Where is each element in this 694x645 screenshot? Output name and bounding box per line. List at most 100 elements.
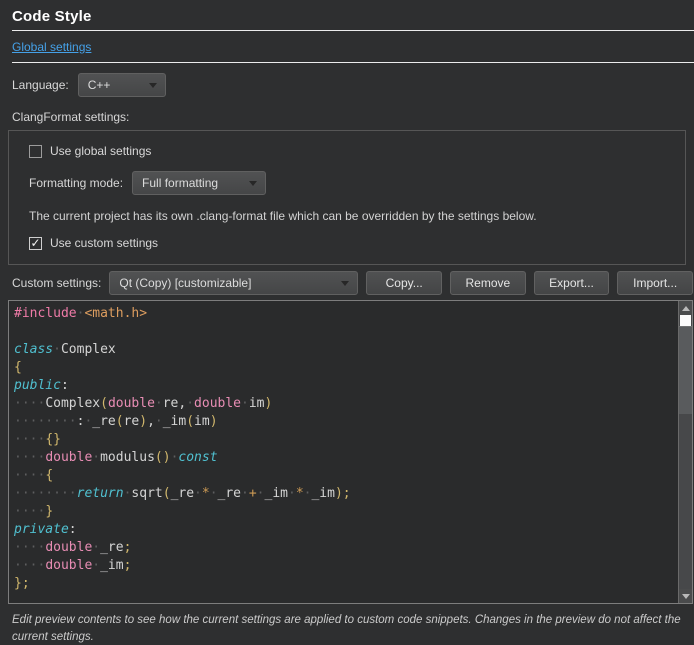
code-token: sqrt: [131, 486, 162, 501]
code-token: const: [178, 450, 217, 465]
code-line: ····double·_re;: [14, 539, 678, 557]
code-token: (: [163, 486, 171, 501]
code-token: private: [14, 522, 69, 537]
code-token: );: [335, 486, 351, 501]
code-line: public:: [14, 377, 678, 395]
code-line: };: [14, 575, 678, 593]
code-token: ·: [257, 486, 265, 501]
code-token: ····: [14, 396, 45, 411]
custom-settings-select[interactable]: Qt (Copy) [customizable]: [109, 271, 358, 295]
code-token: _im: [265, 486, 288, 501]
code-token: ·: [288, 486, 296, 501]
global-settings-link[interactable]: Global settings: [12, 40, 91, 54]
code-token: ········: [14, 414, 77, 429]
code-token: ·: [194, 486, 202, 501]
language-label: Language:: [12, 78, 69, 92]
use-global-settings-checkbox[interactable]: Use global settings: [29, 144, 675, 158]
custom-settings-value: Qt (Copy) [customizable]: [119, 276, 251, 290]
code-token: ·: [92, 558, 100, 573]
code-line: ····{}: [14, 431, 678, 449]
code-area[interactable]: #include·<math.h> class·Complex{public:·…: [9, 301, 678, 603]
clangformat-groupbox: Use global settings Formatting mode: Ful…: [8, 130, 686, 265]
scrollbar-thumb[interactable]: [679, 326, 692, 414]
code-token: :: [61, 378, 69, 393]
code-token: ····: [14, 468, 45, 483]
code-token: ····: [14, 432, 45, 447]
code-token: _im: [311, 486, 334, 501]
use-global-settings-label: Use global settings: [50, 144, 151, 158]
code-token: {: [45, 468, 53, 483]
code-token: (: [186, 414, 194, 429]
clangformat-section-label: ClangFormat settings:: [0, 103, 694, 127]
code-token: class: [14, 342, 53, 357]
scrollbar-track[interactable]: [679, 414, 692, 589]
checkbox-indicator: ✓: [29, 237, 42, 250]
up-arrow-icon: [682, 306, 690, 311]
scroll-down-button[interactable]: [679, 589, 692, 603]
code-line: ····{: [14, 467, 678, 485]
code-token: ): [210, 414, 218, 429]
scrollbar-cursor-marker: [680, 315, 691, 326]
code-token: ·: [186, 396, 194, 411]
clang-format-info-text: The current project has its own .clang-f…: [29, 209, 675, 223]
code-line: ········:·_re(re),·_im(im): [14, 413, 678, 431]
language-select-value: C++: [88, 78, 111, 92]
chevron-down-icon: [149, 83, 157, 88]
code-token: double: [45, 450, 92, 465]
code-token: Complex: [45, 396, 100, 411]
code-line: #include·<math.h>: [14, 305, 678, 323]
code-token: re: [124, 414, 140, 429]
code-token: ·: [92, 540, 100, 555]
use-custom-settings-checkbox[interactable]: ✓ Use custom settings: [29, 236, 675, 250]
code-preview-editor[interactable]: #include·<math.h> class·Complex{public:·…: [8, 300, 693, 604]
code-token: (: [116, 414, 124, 429]
use-custom-settings-label: Use custom settings: [50, 236, 158, 250]
code-line: private:: [14, 521, 678, 539]
code-token: re: [163, 396, 179, 411]
code-token: _re: [100, 540, 123, 555]
code-token: ): [265, 396, 273, 411]
copy-button[interactable]: Copy...: [366, 271, 442, 295]
export-button[interactable]: Export...: [534, 271, 610, 295]
code-token: ·: [210, 486, 218, 501]
code-token: _im: [100, 558, 123, 573]
code-line: ····}: [14, 503, 678, 521]
remove-button[interactable]: Remove: [450, 271, 526, 295]
code-token: ····: [14, 450, 45, 465]
code-token: modulus: [100, 450, 155, 465]
code-token: _re: [92, 414, 115, 429]
code-token: _re: [171, 486, 194, 501]
page-title: Code Style: [0, 0, 694, 30]
chevron-down-icon: [249, 181, 257, 186]
code-line: ····Complex(double·re,·double·im): [14, 395, 678, 413]
checkbox-indicator: [29, 145, 42, 158]
code-line: ····double·_im;: [14, 557, 678, 575]
import-button[interactable]: Import...: [617, 271, 693, 295]
code-token: Complex: [61, 342, 116, 357]
code-line: {: [14, 359, 678, 377]
custom-settings-label: Custom settings:: [12, 276, 101, 290]
code-token: (): [155, 450, 171, 465]
scroll-up-button[interactable]: [679, 301, 692, 315]
code-token: {: [14, 360, 22, 375]
code-token: public: [14, 378, 61, 393]
code-token: ····: [14, 504, 45, 519]
code-line: [14, 323, 678, 341]
vertical-scrollbar[interactable]: [678, 301, 692, 603]
code-token: im: [194, 414, 210, 429]
code-token: double: [45, 558, 92, 573]
formatting-mode-label: Formatting mode:: [29, 176, 123, 190]
footer-note: Edit preview contents to see how the cur…: [12, 612, 682, 645]
code-token: ): [139, 414, 147, 429]
code-token: :: [69, 522, 77, 537]
formatting-mode-value: Full formatting: [142, 176, 218, 190]
code-token: <math.h>: [84, 306, 147, 321]
code-token: *: [202, 486, 210, 501]
code-token: ····: [14, 558, 45, 573]
code-token: ····: [14, 540, 45, 555]
code-token: +: [249, 486, 257, 501]
language-select[interactable]: C++: [78, 73, 166, 97]
code-token: _im: [163, 414, 186, 429]
code-token: ·: [155, 396, 163, 411]
formatting-mode-select[interactable]: Full formatting: [132, 171, 266, 195]
